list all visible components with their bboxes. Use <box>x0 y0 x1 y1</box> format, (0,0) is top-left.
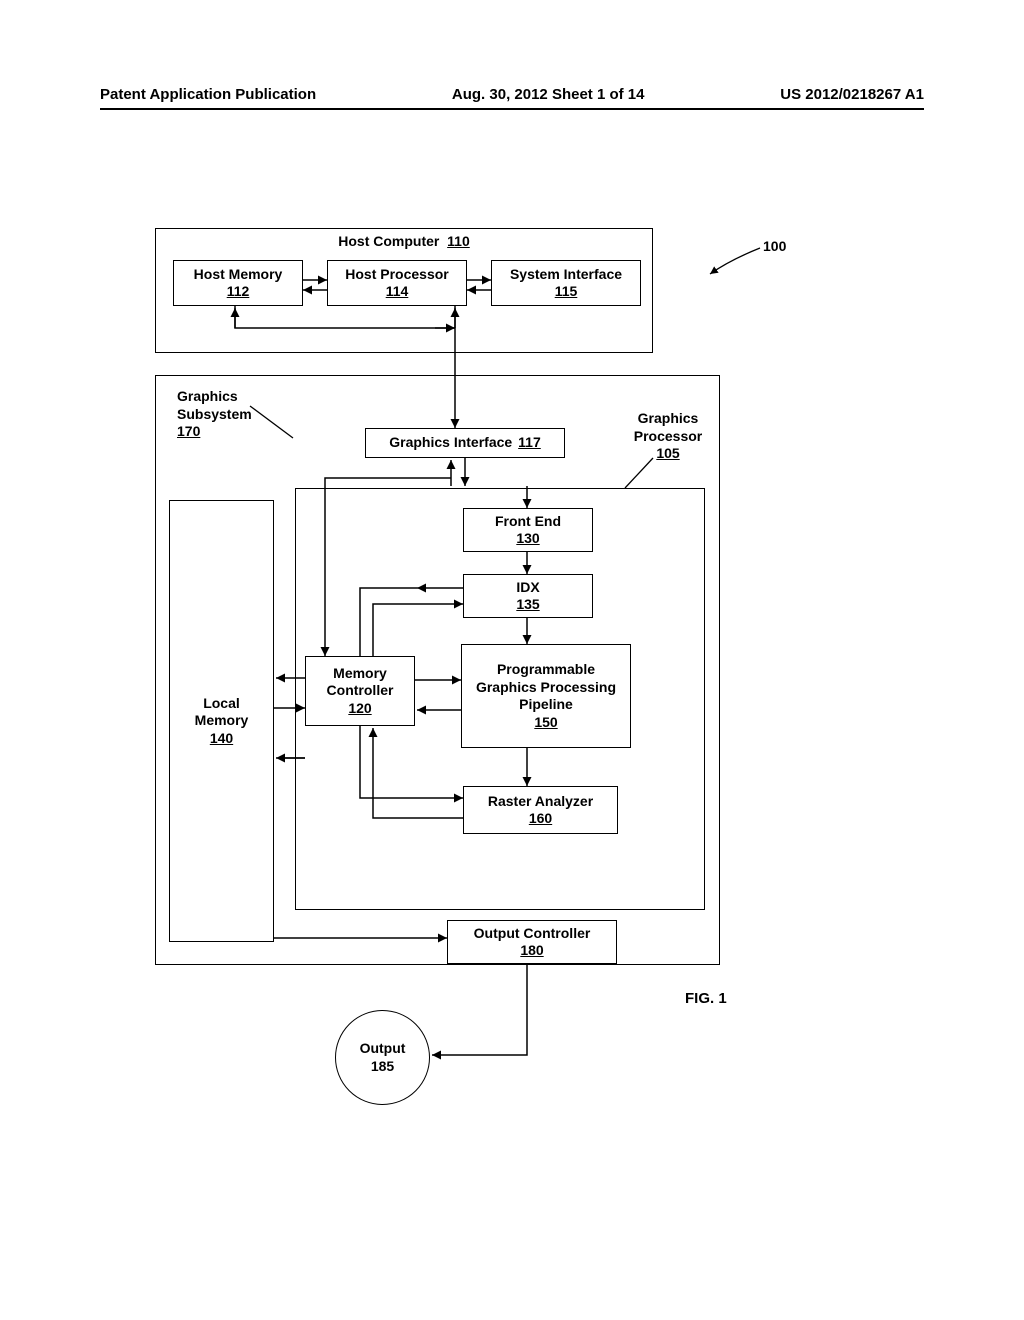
idx-label: IDX <box>516 579 539 597</box>
memory-controller-label: Memory Controller <box>312 665 408 700</box>
graphics-subsystem-label-wrap: Graphics Subsystem 170 <box>177 388 287 441</box>
output-num: 185 <box>371 1058 394 1076</box>
header-left: Patent Application Publication <box>100 86 316 103</box>
graphics-processor-label-wrap: Graphics Processor 105 <box>623 410 713 463</box>
header-center: Aug. 30, 2012 Sheet 1 of 14 <box>452 86 645 103</box>
host-memory-num: 112 <box>227 283 250 301</box>
front-end-label: Front End <box>495 513 561 531</box>
output-block: Output 185 <box>335 1010 430 1105</box>
graphics-processor-label: Graphics Processor <box>634 410 702 444</box>
local-memory-block: Local Memory 140 <box>169 500 274 942</box>
pipeline-num: 150 <box>534 714 557 732</box>
graphics-interface-num: 117 <box>518 434 541 452</box>
graphics-interface-block: Graphics Interface 117 <box>365 428 565 458</box>
header-right: US 2012/0218267 A1 <box>780 86 924 103</box>
local-memory-num: 140 <box>210 730 233 748</box>
page-header: Patent Application Publication Aug. 30, … <box>100 86 924 103</box>
graphics-interface-label: Graphics Interface <box>389 434 512 452</box>
graphics-subsystem-label: Graphics Subsystem <box>177 388 252 422</box>
idx-num: 135 <box>516 596 539 614</box>
system-interface-block: System Interface 115 <box>491 260 641 306</box>
raster-analyzer-label: Raster Analyzer <box>488 793 593 811</box>
front-end-num: 130 <box>516 530 539 548</box>
figure-1-diagram: 100 Host Computer 110 Host Memory 112 Ho… <box>155 220 875 1120</box>
host-processor-block: Host Processor 114 <box>327 260 467 306</box>
system-ref-label: 100 <box>763 238 786 256</box>
graphics-processor-num: 105 <box>656 445 679 461</box>
host-memory-block: Host Memory 112 <box>173 260 303 306</box>
output-controller-label: Output Controller <box>474 925 591 943</box>
front-end-block: Front End 130 <box>463 508 593 552</box>
system-interface-num: 115 <box>555 283 578 301</box>
host-computer-label: Host Computer <box>338 233 439 249</box>
output-label: Output <box>360 1040 406 1058</box>
host-computer-num: 110 <box>447 233 470 249</box>
memory-controller-num: 120 <box>348 700 371 718</box>
local-memory-label: Local Memory <box>176 695 267 730</box>
raster-analyzer-num: 160 <box>529 810 552 828</box>
raster-analyzer-block: Raster Analyzer 160 <box>463 786 618 834</box>
host-memory-label: Host Memory <box>194 266 283 284</box>
pipeline-label: Programmable Graphics Processing Pipelin… <box>468 661 624 714</box>
output-controller-block: Output Controller 180 <box>447 920 617 964</box>
system-interface-label: System Interface <box>510 266 622 284</box>
memory-controller-block: Memory Controller 120 <box>305 656 415 726</box>
header-rule <box>100 108 924 110</box>
output-controller-num: 180 <box>520 942 543 960</box>
idx-block: IDX 135 <box>463 574 593 618</box>
host-processor-label: Host Processor <box>345 266 448 284</box>
pipeline-block: Programmable Graphics Processing Pipelin… <box>461 644 631 748</box>
host-processor-num: 114 <box>386 283 409 301</box>
graphics-subsystem-num: 170 <box>177 423 200 439</box>
figure-label: FIG. 1 <box>685 990 727 1007</box>
